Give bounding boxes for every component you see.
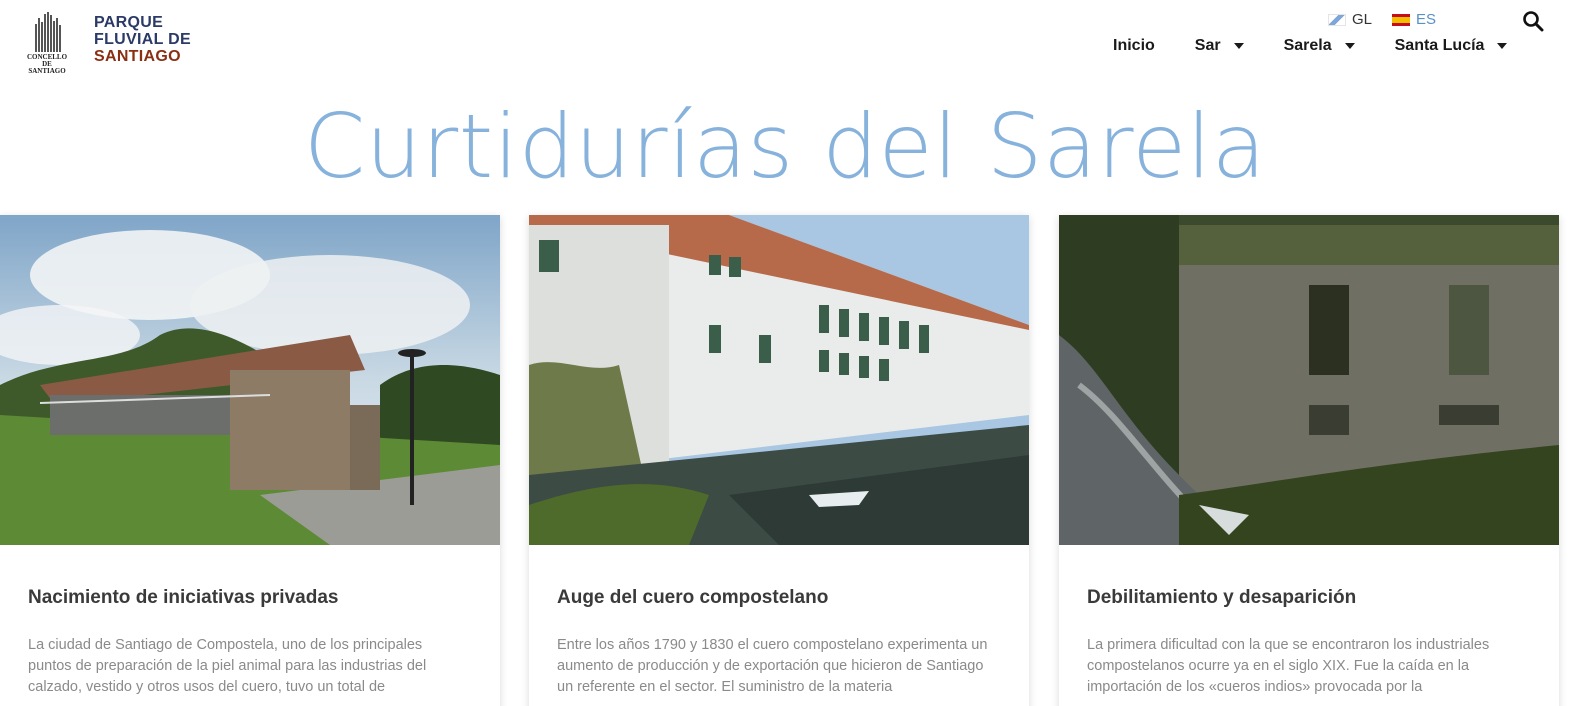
concello-logo[interactable]: CONCELLO DE SANTIAGO xyxy=(22,12,72,75)
logo-line-2: FLUVIAL DE xyxy=(94,31,191,48)
card-image[interactable] xyxy=(0,215,500,545)
concello-line-2: SANTIAGO xyxy=(28,67,66,75)
main-nav: Inicio Sar Sarela Santa Lucía xyxy=(1113,37,1508,55)
ruins-image xyxy=(1059,215,1559,545)
nav-sar-label: Sar xyxy=(1194,37,1221,54)
lang-gl-label: GL xyxy=(1352,11,1373,28)
card-nacimiento[interactable]: Nacimiento de iniciativas privadas La ci… xyxy=(0,215,500,706)
chevron-down-icon xyxy=(1233,43,1244,49)
galicia-flag-icon xyxy=(1328,13,1346,26)
spain-flag-icon xyxy=(1392,13,1411,26)
nav-santa-lucia-label: Santa Lucía xyxy=(1394,37,1485,54)
logo-line-1: PARQUE xyxy=(94,14,164,31)
card-title[interactable]: Debilitamiento y desaparición xyxy=(1087,587,1356,609)
language-switcher: GL ES xyxy=(1328,11,1456,28)
card-text: La ciudad de Santiago de Compostela, uno… xyxy=(28,637,427,695)
logo-line-3: SANTIAGO xyxy=(94,48,181,65)
concello-text: CONCELLO DE SANTIAGO xyxy=(22,54,72,75)
card-debilitamiento[interactable]: Debilitamiento y desaparición La primera… xyxy=(1059,215,1559,706)
card-image[interactable] xyxy=(529,215,1029,545)
site-header: CONCELLO DE SANTIAGO PARQUE FLUVIAL DE S… xyxy=(0,0,1570,90)
card-title[interactable]: Auge del cuero compostelano xyxy=(557,587,828,609)
tannery-building-image xyxy=(0,215,500,545)
search-icon[interactable] xyxy=(1522,10,1544,32)
card-text: Entre los años 1790 y 1830 el cuero comp… xyxy=(557,637,988,695)
nav-sarela-label: Sarela xyxy=(1283,37,1332,54)
cathedral-icon xyxy=(35,12,61,52)
nav-inicio-label: Inicio xyxy=(1113,37,1155,54)
river-buildings-image xyxy=(529,215,1029,545)
site-logo[interactable]: CONCELLO DE SANTIAGO PARQUE FLUVIAL DE S… xyxy=(22,12,191,75)
page-title: Curtidurías del Sarela xyxy=(303,95,1267,198)
lang-gl[interactable]: GL xyxy=(1328,11,1372,28)
card-auge[interactable]: Auge del cuero compostelano Entre los añ… xyxy=(529,215,1029,706)
lang-es-label: ES xyxy=(1416,11,1437,28)
card-image[interactable] xyxy=(1059,215,1559,545)
nav-sar[interactable]: Sar xyxy=(1195,37,1244,55)
chevron-down-icon xyxy=(1497,43,1508,49)
nav-santa-lucia[interactable]: Santa Lucía xyxy=(1395,37,1508,55)
card-text: La primera dificultad con la que se enco… xyxy=(1087,637,1490,695)
nav-inicio[interactable]: Inicio xyxy=(1113,37,1155,55)
parque-fluvial-logo[interactable]: PARQUE FLUVIAL DE SANTIAGO xyxy=(94,14,191,65)
card-title[interactable]: Nacimiento de iniciativas privadas xyxy=(28,587,338,609)
nav-sarela[interactable]: Sarela xyxy=(1284,37,1355,55)
lang-es[interactable]: ES xyxy=(1392,11,1436,28)
concello-line-1: CONCELLO DE xyxy=(26,53,68,68)
chevron-down-icon xyxy=(1344,43,1355,49)
